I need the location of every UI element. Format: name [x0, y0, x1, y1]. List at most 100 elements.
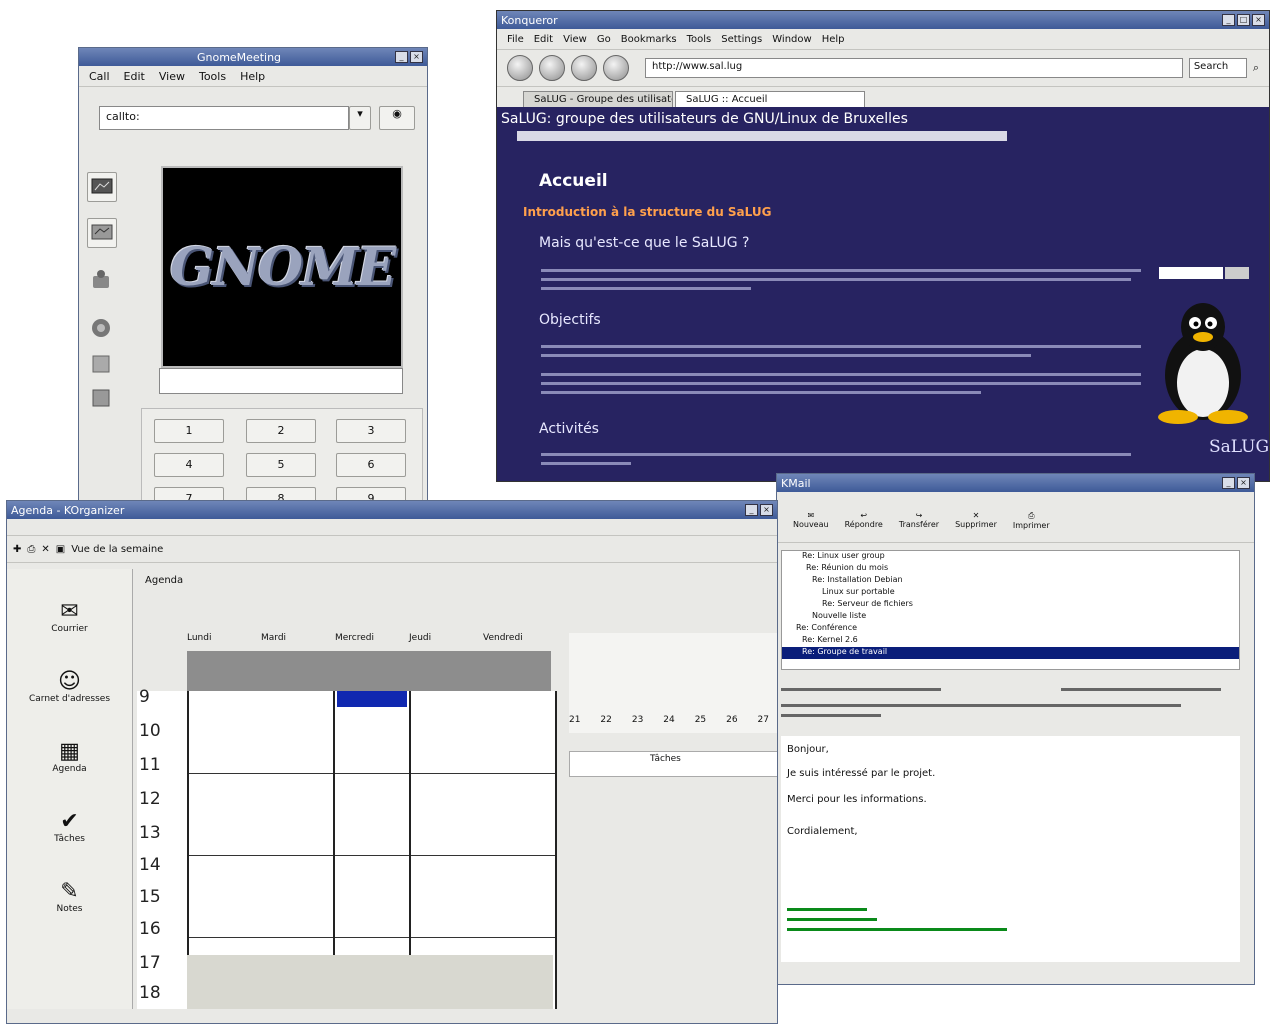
- message-row-selected[interactable]: Re: Groupe de travail: [782, 647, 1239, 659]
- stop-button[interactable]: [603, 55, 629, 81]
- key-6[interactable]: 6: [336, 453, 406, 477]
- menu-window[interactable]: Window: [772, 34, 811, 45]
- todo-list[interactable]: Tâches: [569, 751, 777, 777]
- sidebar-item-contacts[interactable]: ☺ Carnet d'adresses: [7, 669, 132, 704]
- menu-go[interactable]: Go: [597, 34, 611, 45]
- addressbook-button[interactable]: [87, 384, 117, 414]
- close-icon[interactable]: ×: [1252, 14, 1265, 26]
- menu-edit[interactable]: Edit: [534, 34, 553, 45]
- control-panel-button[interactable]: [87, 172, 117, 202]
- day-cell[interactable]: 23: [632, 715, 643, 725]
- site-navigation-bar[interactable]: [517, 131, 1007, 141]
- message-row[interactable]: Re: Installation Debian: [782, 575, 1239, 587]
- key-4[interactable]: 4: [154, 453, 224, 477]
- search-input[interactable]: Search: [1188, 58, 1247, 78]
- menu-help[interactable]: Help: [240, 70, 265, 83]
- maximize-icon[interactable]: □: [1237, 14, 1250, 26]
- day-cell[interactable]: 25: [695, 715, 706, 725]
- new-mail-button[interactable]: ✉ Nouveau: [793, 511, 829, 529]
- video-icon: [91, 224, 113, 240]
- menu-tools[interactable]: Tools: [687, 34, 712, 45]
- all-day-area[interactable]: [187, 651, 551, 691]
- address-dropdown-button[interactable]: ▾: [349, 106, 371, 130]
- forward-button[interactable]: [539, 55, 565, 81]
- menu-tools[interactable]: Tools: [199, 70, 226, 83]
- menu-settings[interactable]: Settings: [721, 34, 762, 45]
- print-icon[interactable]: ⎙: [27, 544, 35, 555]
- minimize-icon[interactable]: _: [745, 504, 758, 516]
- browser-titlebar[interactable]: Konqueror _ □ ×: [497, 11, 1269, 29]
- mini-calendar[interactable]: 21 22 23 24 25 26 27: [569, 633, 777, 733]
- menu-call[interactable]: Call: [89, 70, 110, 83]
- reload-button[interactable]: [571, 55, 597, 81]
- event-block[interactable]: [337, 691, 407, 707]
- week-view-button[interactable]: Vue de la semaine: [71, 544, 163, 555]
- gnomemeeting-titlebar[interactable]: GnomeMeeting _ ×: [79, 48, 427, 66]
- address-input[interactable]: callto:: [99, 106, 349, 130]
- day-cell[interactable]: 26: [726, 715, 737, 725]
- video-settings-button[interactable]: [87, 218, 117, 248]
- message-row[interactable]: Re: Kernel 2.6: [782, 635, 1239, 647]
- message-row[interactable]: Re: Réunion du mois: [782, 563, 1239, 575]
- sidebar-item-todo[interactable]: ✔ Tâches: [7, 809, 132, 844]
- mail-titlebar[interactable]: KMail _ ×: [777, 474, 1254, 492]
- sidebar-item-mail[interactable]: ✉ Courrier: [7, 599, 132, 634]
- forward-button[interactable]: ↪ Transférer: [899, 511, 939, 529]
- intro-link[interactable]: Introduction à la structure du SaLUG: [523, 205, 771, 219]
- day-cell[interactable]: 27: [758, 715, 769, 725]
- sidebar-item-label: Tâches: [54, 834, 85, 844]
- connect-button[interactable]: ◉: [379, 106, 415, 130]
- week-grid[interactable]: 9 10 11 12 13 14 15 16 17 18: [137, 687, 557, 1009]
- minimize-icon[interactable]: _: [1222, 477, 1235, 489]
- history-button[interactable]: [87, 350, 117, 380]
- minimize-icon[interactable]: _: [1222, 14, 1235, 26]
- key-3[interactable]: 3: [336, 419, 406, 443]
- sidebar-item-notes[interactable]: ✎ Notes: [7, 879, 132, 914]
- audio-button[interactable]: [87, 314, 117, 344]
- hour-label: 16: [139, 919, 161, 939]
- reply-button[interactable]: ↩ Répondre: [845, 511, 883, 529]
- new-event-icon[interactable]: ✚: [13, 544, 21, 555]
- day-cell[interactable]: 21: [569, 715, 580, 725]
- close-icon[interactable]: ×: [1237, 477, 1250, 489]
- message-row[interactable]: Linux sur portable: [782, 587, 1239, 599]
- today-icon[interactable]: ▣: [56, 544, 65, 555]
- tab-salug-home[interactable]: SaLUG :: Accueil: [675, 91, 865, 107]
- menu-file[interactable]: File: [507, 34, 524, 45]
- back-button[interactable]: [507, 55, 533, 81]
- agenda-toolbar: ✚ ⎙ ✕ ▣ Vue de la semaine: [7, 536, 777, 563]
- magnifier-icon[interactable]: ⌕: [1253, 61, 1259, 75]
- url-input[interactable]: http://www.sal.lug: [645, 58, 1183, 78]
- hour-divider: [187, 937, 557, 938]
- message-row[interactable]: Re: Serveur de fichiers: [782, 599, 1239, 611]
- close-icon[interactable]: ×: [760, 504, 773, 516]
- message-row[interactable]: Nouvelle liste: [782, 611, 1239, 623]
- tab-salug-group[interactable]: SaLUG - Groupe des utilisateurs: [523, 91, 673, 107]
- delete-button[interactable]: ✕ Supprimer: [955, 511, 997, 529]
- key-1[interactable]: 1: [154, 419, 224, 443]
- minimize-icon[interactable]: _: [395, 51, 408, 63]
- sidebar-item-calendar[interactable]: ▦ Agenda: [7, 739, 132, 774]
- close-icon[interactable]: ×: [410, 51, 423, 63]
- delete-icon[interactable]: ✕: [41, 544, 49, 555]
- message-row[interactable]: Re: Linux user group: [782, 551, 1239, 563]
- key-2[interactable]: 2: [246, 419, 316, 443]
- site-search-button[interactable]: [1225, 267, 1249, 279]
- key-5[interactable]: 5: [246, 453, 316, 477]
- message-subject: Re: Kernel 2.6: [802, 635, 858, 644]
- day-cell[interactable]: 24: [663, 715, 674, 725]
- day-cell[interactable]: 22: [600, 715, 611, 725]
- menu-view[interactable]: View: [563, 34, 587, 45]
- sidebar-item-label: Carnet d'adresses: [28, 694, 111, 704]
- menu-bookmarks[interactable]: Bookmarks: [621, 34, 677, 45]
- camera-button[interactable]: [87, 266, 117, 296]
- print-button[interactable]: ⎙ Imprimer: [1013, 511, 1050, 530]
- agenda-titlebar[interactable]: Agenda - KOrganizer _ ×: [7, 501, 777, 519]
- notes-icon: ✎: [60, 879, 79, 904]
- message-row[interactable]: Re: Conférence: [782, 623, 1239, 635]
- message-subject: Re: Installation Debian: [812, 575, 903, 584]
- menu-help[interactable]: Help: [822, 34, 845, 45]
- site-search-input[interactable]: [1159, 267, 1223, 279]
- menu-view[interactable]: View: [159, 70, 185, 83]
- menu-edit[interactable]: Edit: [124, 70, 145, 83]
